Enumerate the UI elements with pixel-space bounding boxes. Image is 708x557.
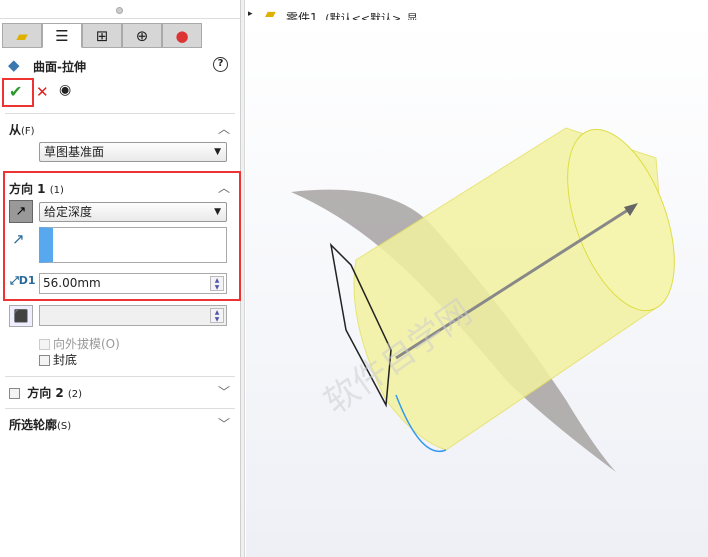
- feature-title: 曲面-拉伸: [33, 60, 86, 74]
- draft-button[interactable]: ⬛: [9, 305, 33, 327]
- property-manager-icon: ☰: [55, 26, 69, 45]
- dropdown-arrow-icon: ▼: [214, 147, 221, 157]
- from-select[interactable]: 草图基准面 ▼: [39, 142, 227, 162]
- crosshair-icon: ⊕: [135, 26, 149, 45]
- tab-dimxpert-manager[interactable]: ⊕: [122, 23, 162, 48]
- draft-spinner: ▲ ▼: [210, 308, 224, 323]
- direction-arrow-icon: ↗: [12, 230, 25, 248]
- direction1-section-header[interactable]: 方向 1 (1): [9, 180, 64, 197]
- preview-eye-icon[interactable]: ◉: [59, 82, 71, 98]
- ok-button[interactable]: ✔: [9, 82, 22, 101]
- depth-spinner[interactable]: ▲ ▼: [210, 276, 224, 291]
- cap-end-checkbox[interactable]: 封底: [39, 351, 77, 368]
- part-icon: ▰: [16, 26, 28, 45]
- property-manager-panel: ▰ ☰ ⊞ ⊕ ● ◆ 曲面-拉伸 ? ✔ ✕ ◉ 从(F) ︿ 草图基准面 ▼ …: [0, 0, 241, 557]
- from-section-header[interactable]: 从(F): [9, 121, 35, 138]
- end-condition-select[interactable]: 给定深度 ▼: [39, 202, 227, 222]
- tab-configuration-manager[interactable]: ⊞: [82, 23, 122, 48]
- tab-display-manager[interactable]: ●: [162, 23, 202, 48]
- cancel-button[interactable]: ✕: [36, 83, 49, 101]
- chevron-down-icon[interactable]: ﹀: [218, 415, 230, 432]
- chevron-down-icon[interactable]: ﹀: [218, 383, 230, 400]
- dropdown-arrow-icon: ▼: [214, 207, 221, 217]
- tab-feature-manager[interactable]: ▰: [2, 23, 42, 48]
- help-button[interactable]: ?: [213, 57, 228, 72]
- chevron-up-icon[interactable]: ︿: [218, 120, 230, 137]
- graphics-viewport[interactable]: 软件自学网: [246, 20, 708, 557]
- panel-splitter[interactable]: [241, 0, 245, 557]
- tab-property-manager[interactable]: ☰: [42, 23, 82, 48]
- direction2-section-header[interactable]: 方向 2 (2): [9, 384, 82, 401]
- direction-selection-box[interactable]: [39, 227, 227, 263]
- manager-tabs: ▰ ☰ ⊞ ⊕ ●: [2, 23, 202, 48]
- direction2-checkbox[interactable]: [9, 388, 20, 399]
- selected-contours-header[interactable]: 所选轮廓(S): [9, 416, 71, 433]
- surface-extrude-icon: ◆: [8, 56, 20, 74]
- panel-grip[interactable]: [116, 7, 123, 14]
- reverse-direction-button[interactable]: ↗: [9, 200, 33, 223]
- draft-outward-checkbox: 向外拔模(O): [39, 335, 120, 352]
- chevron-up-icon[interactable]: ︿: [218, 179, 230, 196]
- tree-expand-icon[interactable]: ▸: [248, 9, 253, 19]
- config-icon: ⊞: [95, 26, 109, 45]
- draft-angle-input: ▲ ▼: [39, 305, 227, 326]
- depth-dimension-icon: ⤢D1: [10, 274, 36, 287]
- depth-input[interactable]: 56.00mm ▲ ▼: [39, 273, 227, 294]
- display-icon: ●: [175, 26, 189, 45]
